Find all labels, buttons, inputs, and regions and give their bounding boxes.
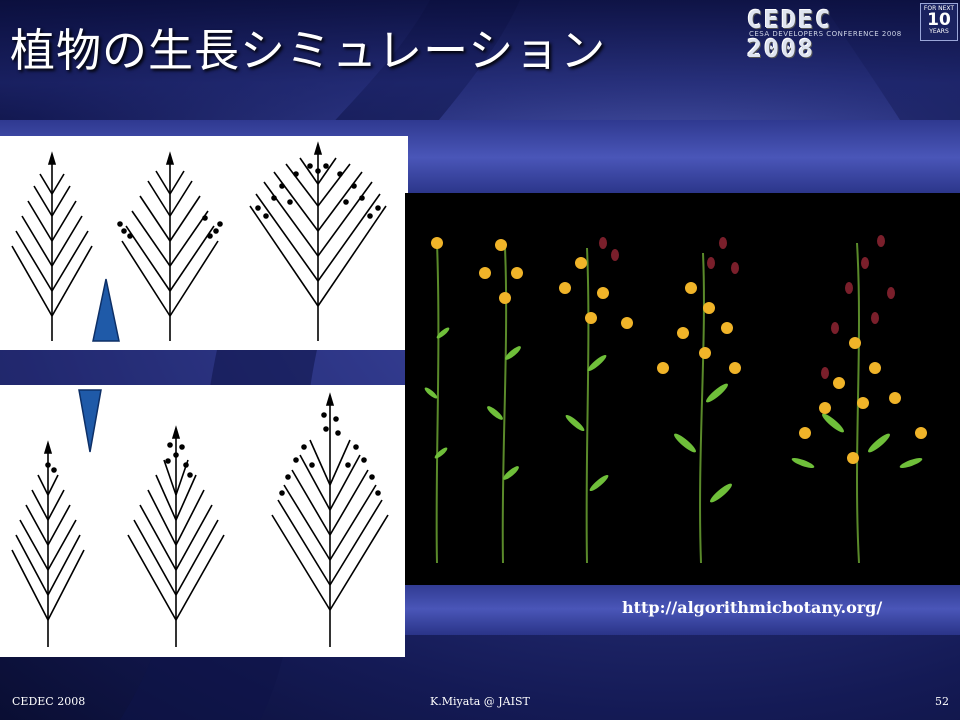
source-url-link[interactable]: http://algorithmicbotany.org/ bbox=[622, 598, 882, 617]
footer-author: K.Miyata @ JAIST bbox=[430, 695, 530, 708]
plant-render-panel bbox=[405, 193, 960, 585]
diagram-panel-bottom bbox=[0, 385, 405, 657]
logo-subtitle: CESA DEVELOPERS CONFERENCE 2008 bbox=[749, 30, 902, 38]
page-title: 植物の生長シミュレーション bbox=[10, 24, 607, 77]
footer-event: CEDEC 2008 bbox=[12, 695, 86, 708]
rendered-plants bbox=[424, 235, 927, 564]
slide: 植物の生長シミュレーション CEDEC 2008 CESA DEVELOPERS… bbox=[0, 0, 960, 720]
badge-number: 10 bbox=[927, 10, 951, 30]
branching-diagram-bottom bbox=[11, 392, 389, 647]
ten-years-badge: FOR NEXT 10 YEARS bbox=[920, 3, 958, 41]
page-number: 52 bbox=[935, 695, 949, 708]
diagram-panel-top bbox=[0, 136, 408, 350]
cedec-logo: CEDEC 2008 CESA DEVELOPERS CONFERENCE 20… bbox=[747, 5, 915, 63]
branching-diagram-top bbox=[11, 141, 387, 341]
